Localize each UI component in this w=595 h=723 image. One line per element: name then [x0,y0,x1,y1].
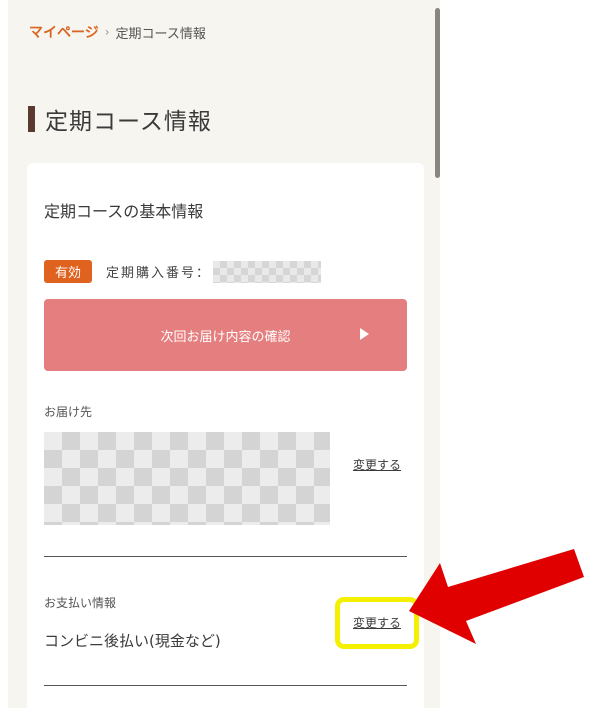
red-arrow-icon [409,549,584,644]
